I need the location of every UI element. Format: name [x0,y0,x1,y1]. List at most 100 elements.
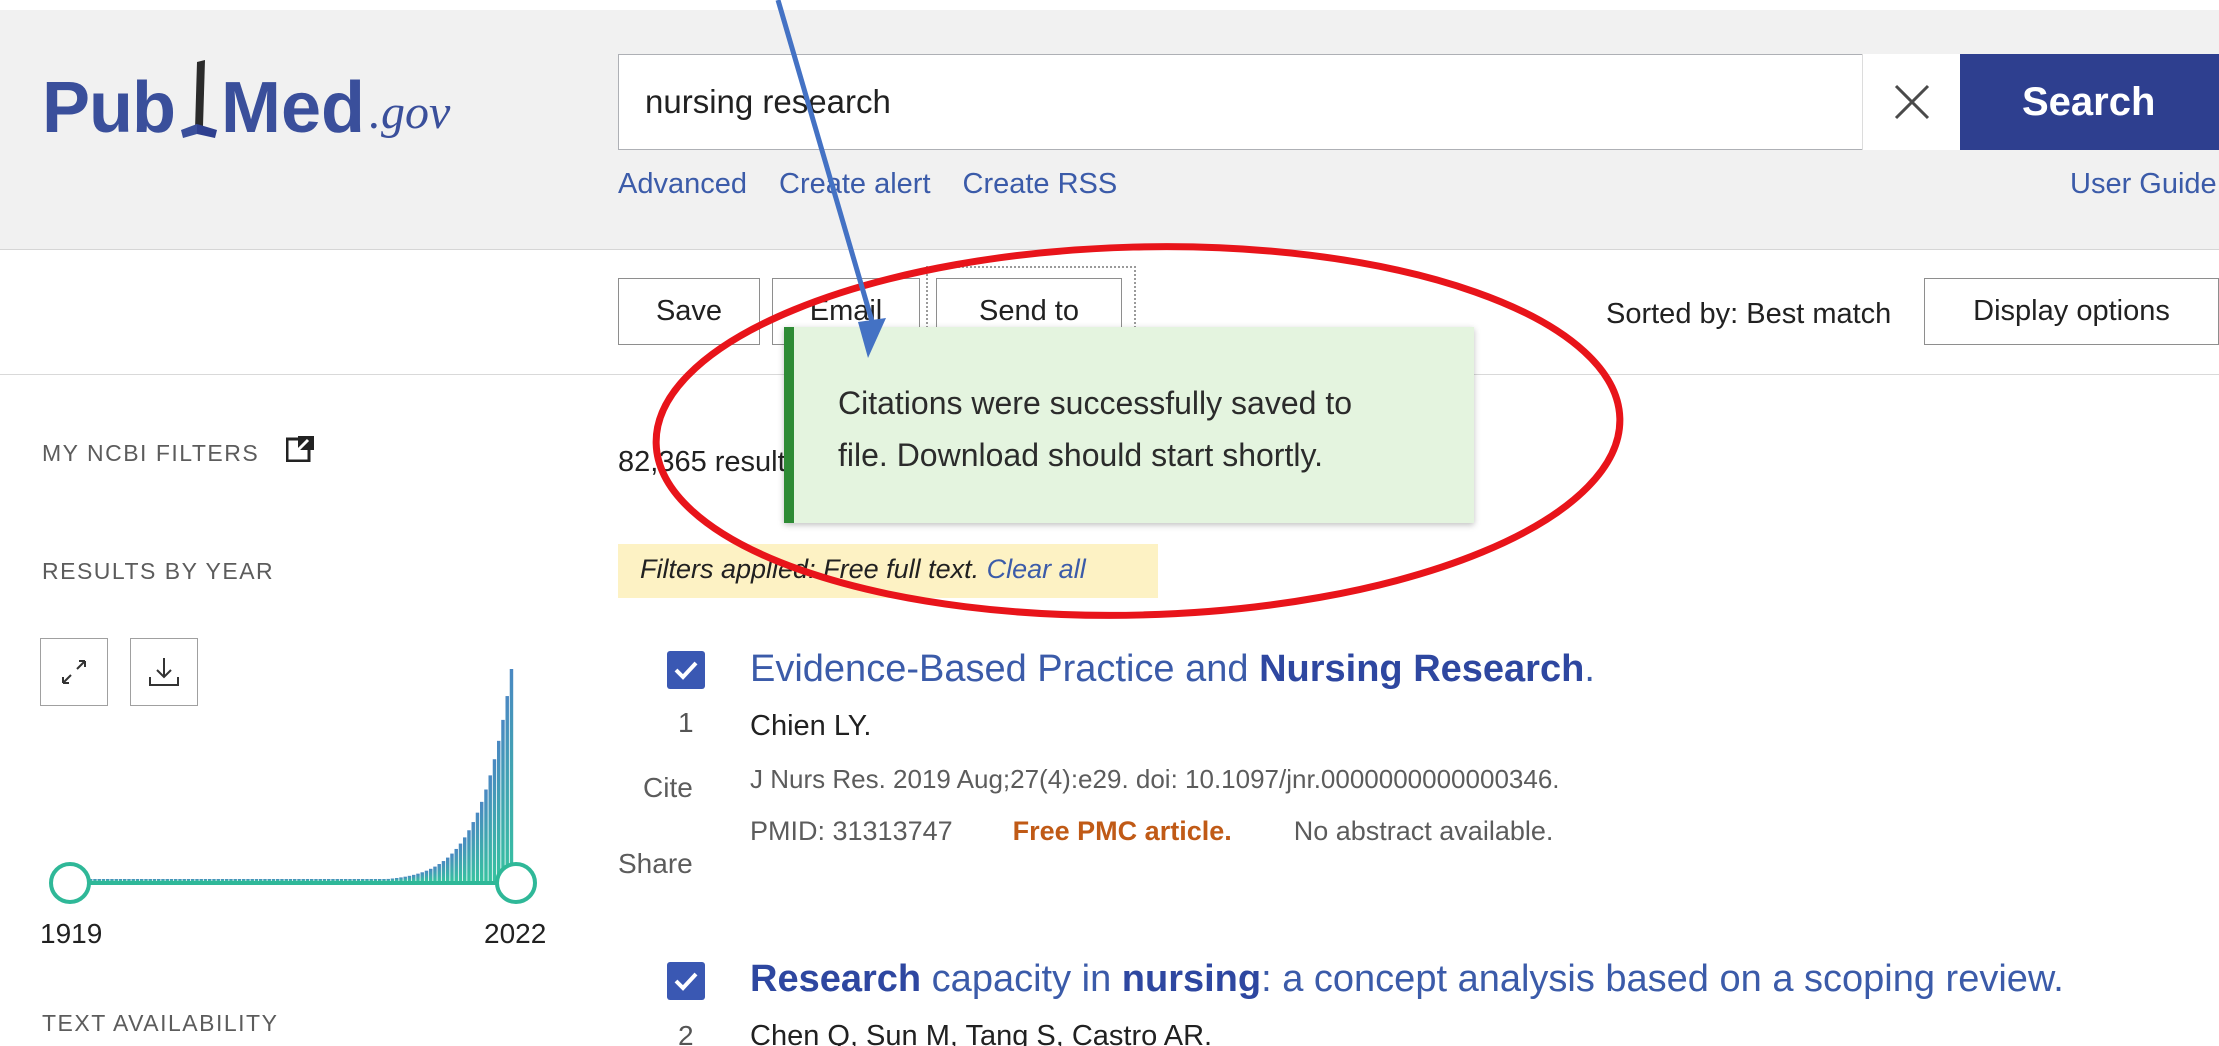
year-bar [497,740,501,881]
toast-message-line: Citations were successfully saved to [838,385,1352,421]
year-bar [280,879,284,881]
year-bar [297,879,301,881]
year-bar [140,879,144,881]
share-button[interactable]: Share [618,848,693,880]
display-options-button[interactable]: Display options [1924,278,2219,345]
year-bar [195,879,199,881]
year-bar [259,879,263,881]
year-bar [373,879,378,881]
year-bar [365,879,369,881]
year-bar [407,875,412,881]
cite-button[interactable]: Cite [643,772,693,804]
free-pmc-article-link[interactable]: Free PMC article. [1013,816,1232,847]
year-bar [263,879,267,881]
year-bar [454,848,458,881]
year-bar [284,879,288,881]
year-bar [399,877,403,881]
clear-all-filters-link[interactable]: Clear all [987,554,1086,584]
title-segment: Evidence-Based Practice and [750,648,1260,690]
year-bar [246,879,250,881]
title-highlight: Research [750,958,922,1000]
end-year-label: 2022 [484,918,547,949]
result-checkbox[interactable] [667,962,705,1000]
title-highlight: Nursing Research [1259,648,1585,690]
year-bar [267,879,271,881]
year-bar [335,879,339,881]
result-number: 2 [678,1020,694,1046]
header-links: Advanced Create alert Create RSS [618,168,1117,201]
year-bar [203,879,208,881]
year-bar [314,879,318,881]
year-bar [492,759,497,881]
end-year-handle[interactable] [495,862,537,904]
year-bar [212,879,216,881]
year-bar [288,879,293,881]
advanced-link[interactable]: Advanced [618,168,747,201]
year-bar [169,879,174,881]
year-bar [161,879,165,881]
year-bar [220,879,225,881]
toast-message-line: file. Download should start shortly. [838,437,1323,473]
year-bar [484,789,488,881]
year-bar [403,876,407,881]
year-bar [467,830,471,881]
search-input[interactable] [619,55,1859,149]
year-bar [157,879,161,881]
sort-selector[interactable]: Sorted by: Best match [1606,298,1891,331]
year-bar [242,879,246,881]
create-alert-link[interactable]: Create alert [779,168,931,201]
result-title-link[interactable]: Research capacity in nursing: a concept … [750,958,2064,1001]
save-button[interactable]: Save [618,278,760,345]
start-year-label: 1919 [40,918,103,949]
year-bar [471,822,475,881]
pubmed-logo[interactable]: Pub Med .gov [42,44,450,144]
year-bar [101,879,106,881]
year-bar [148,879,152,881]
year-bar [344,879,348,881]
year-bar [395,877,399,881]
external-link-icon[interactable] [286,436,314,462]
result-citation: J Nurs Res. 2019 Aug;27(4):e29. doi: 10.… [750,764,1560,794]
year-bar [386,878,390,881]
user-guide-link[interactable]: User Guide [2070,168,2217,201]
create-rss-link[interactable]: Create RSS [963,168,1118,201]
year-bar [433,866,437,881]
year-bar [135,879,140,881]
year-bar [369,879,373,881]
year-bar [322,879,327,881]
year-bar [505,696,509,881]
search-button[interactable]: Search [1960,54,2219,150]
year-bar [382,879,386,881]
year-bar [450,853,454,881]
filters-applied-bar: Filters applied: Free full text. Clear a… [618,544,1158,598]
results-by-year-chart[interactable] [40,630,550,920]
year-bar [509,669,514,881]
result-checkbox[interactable] [667,651,705,689]
close-icon [1894,84,1929,120]
year-bar [361,879,365,881]
text-availability-heading: TEXT AVAILABILITY [42,1010,279,1036]
year-bar [420,872,424,881]
title-highlight: nursing [1121,958,1262,1000]
year-bar [93,879,97,881]
my-ncbi-filters-heading[interactable]: MY NCBI FILTERS [42,440,259,467]
year-bar [229,879,233,881]
year-bar [250,879,254,881]
title-segment: : a concept analysis based on a scoping … [1261,958,2064,1000]
year-bar [310,879,314,881]
results-count: 82,365 results [618,446,801,478]
year-bar [144,879,148,881]
no-abstract-label: No abstract available. [1293,816,1554,846]
header-top-strip [0,0,2219,10]
year-bar [390,878,395,881]
year-bar [233,879,237,881]
year-bar [199,879,203,881]
start-year-handle[interactable] [49,862,91,904]
year-bar [441,861,446,881]
clear-search-button[interactable] [1862,54,1960,150]
result-title-link[interactable]: Evidence-Based Practice and Nursing Rese… [750,648,1595,691]
year-bar [475,812,480,881]
checkmark-icon [674,972,698,991]
year-bar [271,879,276,881]
year-bar [131,879,135,881]
